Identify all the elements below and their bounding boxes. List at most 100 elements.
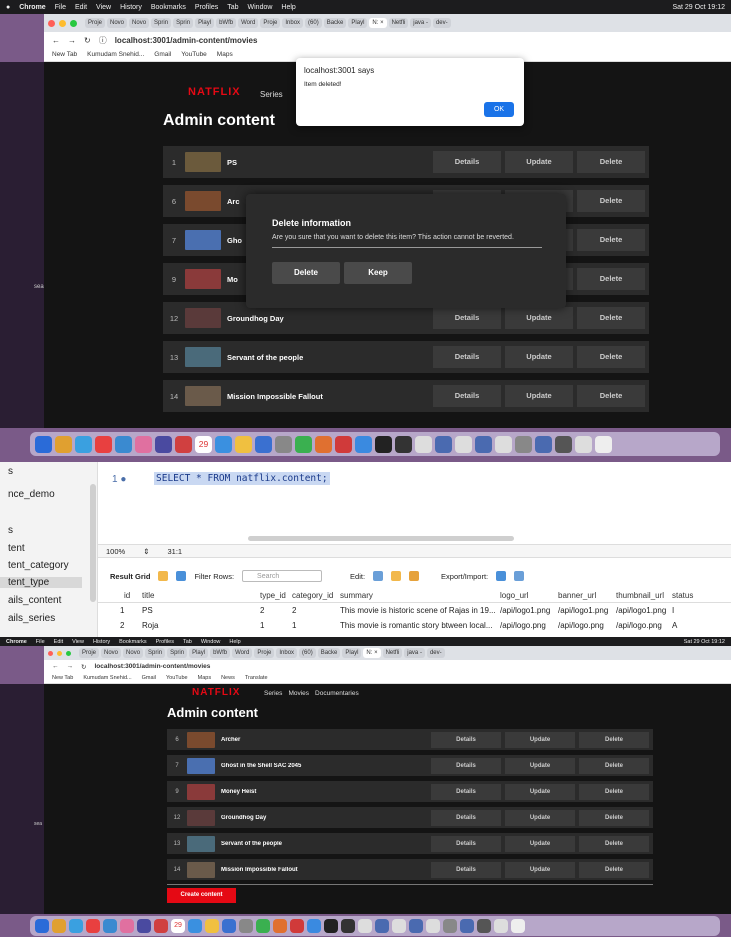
dock-app-icon[interactable] xyxy=(455,435,472,453)
dock-app-icon[interactable] xyxy=(205,919,219,933)
dock-app-icon[interactable] xyxy=(495,435,512,453)
update-button[interactable]: Update xyxy=(505,151,573,173)
browser-tab[interactable]: Netfli xyxy=(382,648,403,658)
nav-series[interactable]: Series xyxy=(264,690,282,697)
dock-app-icon[interactable] xyxy=(154,919,168,933)
browser-tab[interactable]: Proje xyxy=(79,648,100,658)
details-button[interactable]: Details xyxy=(431,809,501,826)
zoom-level[interactable]: 100% xyxy=(106,547,125,556)
dock-app-icon[interactable] xyxy=(315,435,332,453)
update-button[interactable]: Update xyxy=(505,783,575,800)
dock-app-icon[interactable] xyxy=(460,919,474,933)
grid-icon[interactable] xyxy=(158,571,169,581)
column-header[interactable]: banner_url xyxy=(558,591,616,600)
schema-item[interactable]: tent xyxy=(8,543,25,554)
table-cell[interactable]: 2 xyxy=(260,606,292,615)
nav-series[interactable]: Series xyxy=(260,90,283,99)
menu-help[interactable]: Help xyxy=(281,4,295,11)
browser-tab[interactable]: Word xyxy=(232,648,253,658)
delete-button[interactable]: Delete xyxy=(579,809,649,826)
import-icon[interactable] xyxy=(514,571,525,581)
details-button[interactable]: Details xyxy=(431,861,501,878)
details-button[interactable]: Details xyxy=(431,757,501,774)
table-cell[interactable]: 1 xyxy=(98,606,142,615)
details-button[interactable]: Details xyxy=(433,307,501,329)
table-cell[interactable]: This movie is historic scene of Rajas in… xyxy=(340,606,500,615)
column-header[interactable]: summary xyxy=(340,591,500,600)
update-button[interactable]: Update xyxy=(505,757,575,774)
menu-window[interactable]: Window xyxy=(201,639,221,645)
dock-app-icon[interactable] xyxy=(324,919,338,933)
dock-app-icon[interactable] xyxy=(135,435,152,453)
menu-profiles[interactable]: Profiles xyxy=(195,4,218,11)
url-text[interactable]: localhost:3001/admin-content/movies xyxy=(94,663,210,670)
details-button[interactable]: Details xyxy=(433,151,501,173)
table-cell[interactable]: Roja xyxy=(142,621,260,630)
dock-app-icon[interactable] xyxy=(375,919,389,933)
column-header[interactable]: status xyxy=(672,591,702,600)
browser-tab[interactable]: Sprin xyxy=(145,648,166,658)
menubar-app[interactable]: Chrome xyxy=(6,639,27,645)
bookmark[interactable]: Gmail xyxy=(154,51,171,58)
table-row[interactable]: 2 Roja 1 1 This movie is romantic story btwe… xyxy=(98,618,731,633)
menu-history[interactable]: History xyxy=(120,4,142,11)
dock-app-icon[interactable] xyxy=(235,435,252,453)
dock-app-icon[interactable] xyxy=(475,435,492,453)
update-button[interactable]: Update xyxy=(505,809,575,826)
netflix-logo[interactable]: NATFLIX xyxy=(188,86,241,98)
dock-app-icon[interactable] xyxy=(395,435,412,453)
table-row[interactable]: 1 PS 2 2 This movie is historic scene of Raj… xyxy=(98,603,731,618)
dock-app-icon[interactable] xyxy=(175,435,192,453)
table-cell[interactable]: 2 xyxy=(98,621,142,630)
update-button[interactable]: Update xyxy=(505,385,573,407)
table-cell[interactable]: PS xyxy=(142,606,260,615)
dock-app-icon[interactable] xyxy=(392,919,406,933)
bookmark[interactable]: Kumudam Snehid... xyxy=(83,675,131,681)
dock-app-icon[interactable] xyxy=(515,435,532,453)
table-cell[interactable]: 1 xyxy=(292,621,340,630)
add-row-icon[interactable] xyxy=(391,571,402,581)
delete-button[interactable]: Delete xyxy=(577,229,645,251)
dock-app-icon[interactable] xyxy=(435,435,452,453)
menu-help[interactable]: Help xyxy=(229,639,240,645)
delete-button[interactable]: Delete xyxy=(579,861,649,878)
minimize-window-icon[interactable] xyxy=(57,650,62,656)
table-cell[interactable]: /api/logo.png xyxy=(558,621,616,630)
browser-tab[interactable]: Proje xyxy=(260,18,281,28)
dock-app-icon[interactable] xyxy=(295,435,312,453)
dock-app-icon[interactable] xyxy=(426,919,440,933)
dock-app-icon[interactable] xyxy=(494,919,508,933)
dock-app-icon[interactable] xyxy=(188,919,202,933)
bookmark[interactable]: Kumudam Snehid... xyxy=(87,51,144,58)
update-button[interactable]: Update xyxy=(505,731,575,748)
delete-button[interactable]: Delete xyxy=(579,783,649,800)
column-header[interactable]: thumbnail_url xyxy=(616,591,672,600)
dock-app-icon[interactable] xyxy=(103,919,117,933)
browser-tab-active[interactable]: N: × xyxy=(369,18,387,28)
menu-edit[interactable]: Edit xyxy=(54,639,63,645)
forward-icon[interactable]: → xyxy=(67,663,74,670)
browser-tab[interactable]: Backe xyxy=(323,18,347,28)
create-content-button[interactable]: Create content xyxy=(167,888,236,903)
dock-app-icon[interactable] xyxy=(358,919,372,933)
edit-row-icon[interactable] xyxy=(373,571,384,581)
browser-tab[interactable]: Proje xyxy=(85,18,106,28)
dock-app-icon[interactable] xyxy=(35,435,52,453)
schema-item[interactable]: ails_series xyxy=(8,613,55,624)
details-button[interactable]: Details xyxy=(431,783,501,800)
column-header[interactable]: title xyxy=(142,591,260,600)
delete-button[interactable]: Delete xyxy=(577,268,645,290)
table-cell[interactable]: /api/logo.png xyxy=(616,621,672,630)
menu-view[interactable]: View xyxy=(96,4,111,11)
menu-file[interactable]: File xyxy=(55,4,66,11)
dock-app-icon[interactable] xyxy=(222,919,236,933)
dock-app-icon[interactable] xyxy=(52,919,66,933)
delete-button[interactable]: Delete xyxy=(577,151,645,173)
dock-app-icon[interactable] xyxy=(115,435,132,453)
delete-button[interactable]: Delete xyxy=(579,835,649,852)
dock-app-icon[interactable] xyxy=(155,435,172,453)
schema-item[interactable]: nce_demo xyxy=(8,489,55,500)
dock-app-icon[interactable] xyxy=(511,919,525,933)
back-icon[interactable]: ← xyxy=(52,663,59,670)
browser-tab-active[interactable]: N: × xyxy=(363,648,381,658)
